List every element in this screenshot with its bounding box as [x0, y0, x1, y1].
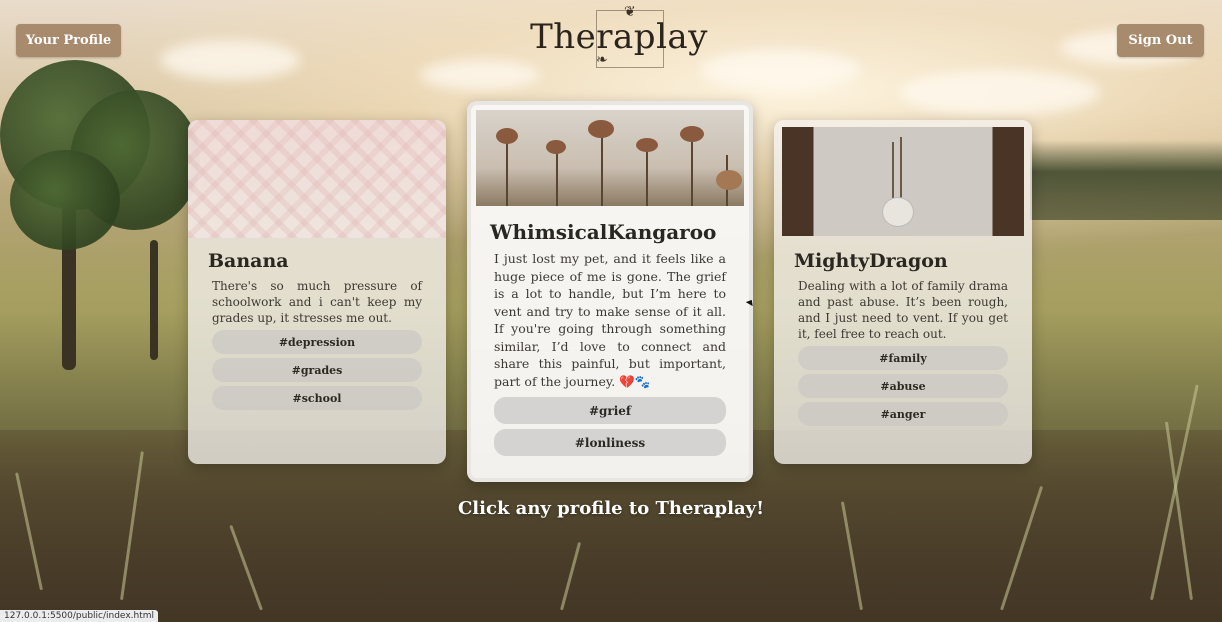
profile-card-image: [476, 110, 744, 206]
tag-lonliness[interactable]: #lonliness: [494, 429, 726, 456]
tag-depression[interactable]: #depression: [212, 330, 422, 354]
profile-card-mightydragon[interactable]: MightyDragon Dealing with a lot of famil…: [774, 120, 1032, 464]
tag-family[interactable]: #family: [798, 346, 1008, 370]
your-profile-button[interactable]: Your Profile: [16, 24, 121, 57]
profile-username: MightyDragon: [794, 250, 948, 272]
profile-description: Dealing with a lot of family drama and p…: [798, 279, 1008, 341]
sign-out-button[interactable]: Sign Out: [1117, 24, 1204, 57]
tag-school[interactable]: #school: [212, 386, 422, 410]
profile-card-banana[interactable]: Banana There's so much pressure of schoo…: [188, 120, 446, 464]
profile-card-image: [188, 120, 446, 238]
browser-status-url: 127.0.0.1:5500/public/index.html: [0, 610, 159, 622]
tag-abuse[interactable]: #abuse: [798, 374, 1008, 398]
tag-grief[interactable]: #grief: [494, 397, 726, 424]
tag-anger[interactable]: #anger: [798, 402, 1008, 426]
profile-card-whimsicalkangaroo[interactable]: WhimsicalKangaroo I just lost my pet, an…: [467, 101, 753, 482]
tag-grades[interactable]: #grades: [212, 358, 422, 382]
profile-description: There's so much pressure of schoolwork a…: [212, 279, 422, 325]
profile-card-image: [782, 127, 1024, 236]
call-to-action-text: Click any profile to Theraplay!: [457, 498, 764, 519]
logo-text: Theraplay: [530, 17, 708, 57]
profile-username: WhimsicalKangaroo: [490, 220, 717, 244]
profile-description: I just lost my pet, and it feels like a …: [494, 251, 726, 389]
profile-username: Banana: [208, 250, 289, 272]
theraplay-logo: ❦ ❧ Theraplay: [530, 4, 707, 68]
